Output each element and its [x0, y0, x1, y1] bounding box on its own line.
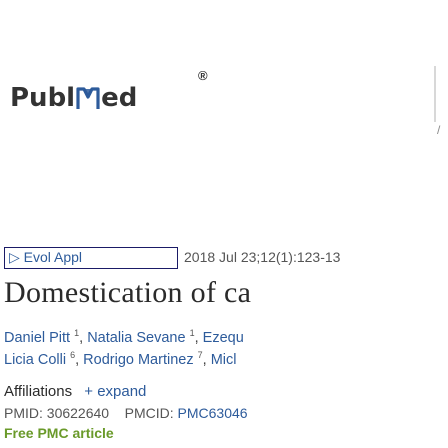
article-ids: PMID: 30622640 PMCID: PMC63046 — [4, 405, 248, 421]
triangle-right-icon: ▷ — [9, 248, 20, 265]
expand-affiliations-button[interactable]: + expand — [84, 383, 146, 400]
affiliations-label: Affiliations — [4, 382, 73, 400]
author-link[interactable]: Rodrigo Martinez — [83, 352, 193, 368]
pubmed-logo[interactable]: Publ ed ® — [10, 68, 208, 118]
author-link[interactable]: Ezequ — [203, 330, 244, 346]
header-slash: / — [437, 123, 441, 138]
author-link[interactable]: Daniel Pitt — [4, 330, 70, 346]
article-title: Domestication of ca — [4, 276, 252, 310]
free-pmc-article-badge: Free PMC article — [4, 425, 114, 442]
logo-text-right: ed — [101, 82, 138, 113]
authors-line-2: Licia Colli 6, Rodrigo Martinez 7, Micl — [4, 349, 237, 368]
pmcid-link[interactable]: PMC63046 — [178, 405, 248, 421]
author-link[interactable]: Licia Colli — [4, 352, 66, 368]
citation-info: 2018 Jul 23;12(1):123-13 — [184, 248, 341, 265]
pmid-label: PMID: — [4, 405, 43, 422]
authors-line-1: Daniel Pitt 1, Natalia Sevane 1, Ezequ — [4, 327, 244, 346]
affiliations-row: Affiliations + expand — [4, 383, 146, 400]
logo-m-icon — [76, 85, 100, 111]
pmid-value: 30622640 — [46, 405, 110, 422]
pmcid-label: PMCID: — [124, 405, 174, 422]
author-link[interactable]: Natalia Sevane — [87, 330, 185, 346]
registered-mark: ® — [198, 67, 208, 83]
author-link[interactable]: Micl — [211, 352, 237, 368]
logo-text-left: Publ — [10, 82, 76, 113]
header-divider — [434, 66, 436, 123]
journal-button[interactable]: ▷ Evol Appl — [4, 246, 178, 269]
page: Publ ed ® / ▷ Evol Appl 2018 Jul 23;12(1… — [0, 0, 448, 448]
journal-name: Evol Appl — [23, 248, 83, 265]
